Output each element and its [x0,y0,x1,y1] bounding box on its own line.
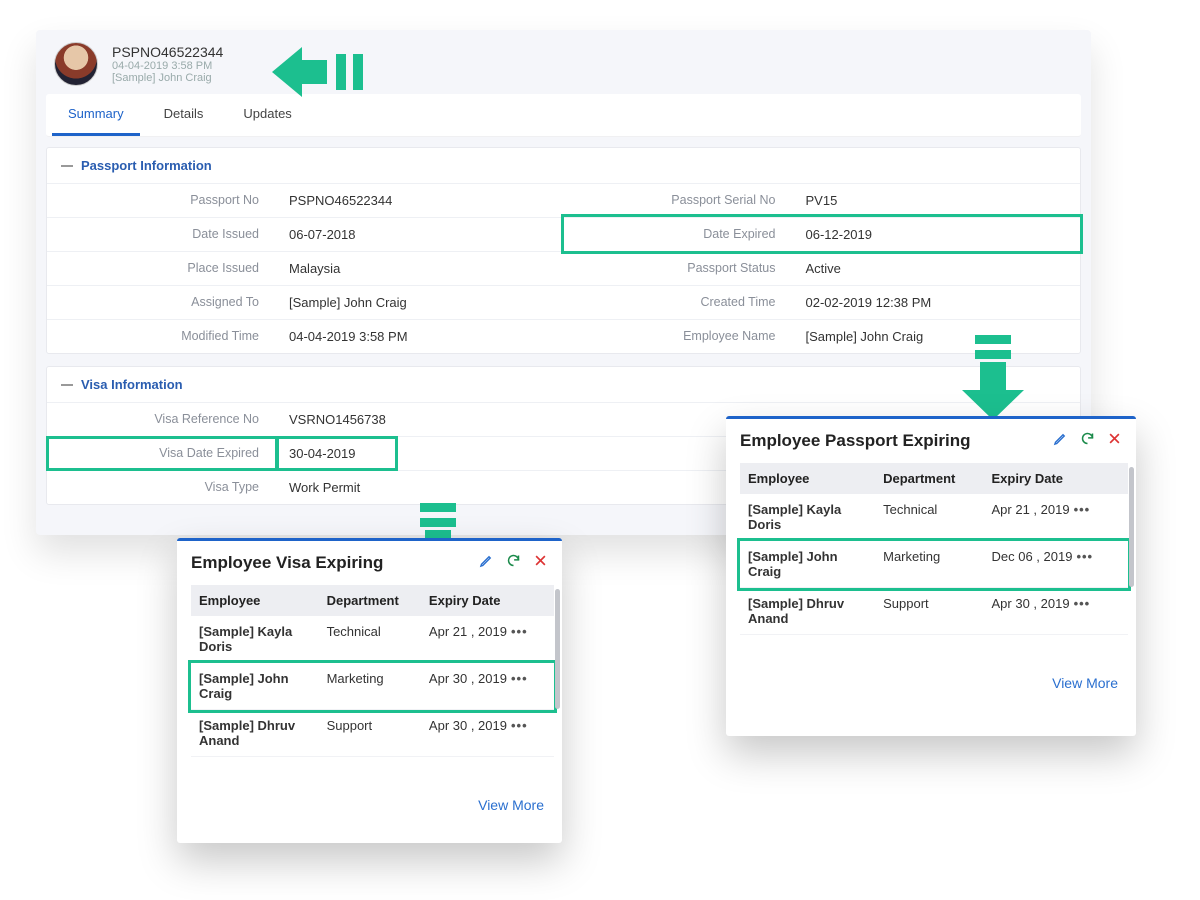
edit-icon[interactable] [1053,431,1068,451]
field-label: Place Issued [47,252,277,285]
record-owner: [Sample] John Craig [112,72,223,84]
field-label: Created Time [564,286,794,319]
record-title: PSPNO46522344 [112,44,223,60]
table-row[interactable]: [Sample] Kayla Doris Technical Apr 21 , … [740,494,1128,541]
field-value: 02-02-2019 12:38 PM [794,286,1081,319]
col-department: Department [319,585,421,616]
field-value: Malaysia [277,252,564,285]
collapse-icon[interactable] [61,165,73,167]
table-row-highlighted[interactable]: [Sample] John Craig Marketing Apr 30 , 2… [191,663,554,710]
passport-date-expired-row: Date Expired06-12-2019 [564,217,1081,251]
col-employee: Employee [191,585,319,616]
table-row[interactable]: [Sample] Kayla Doris Technical Apr 21 , … [191,616,554,663]
field-label: Modified Time [47,320,277,353]
field-label: Date Expired [564,218,794,251]
field-label: Passport Status [564,252,794,285]
tab-details[interactable]: Details [148,94,220,136]
visa-table: Employee Department Expiry Date [Sample]… [191,585,554,757]
record-timestamp: 04-04-2019 3:58 PM [112,60,223,72]
passport-section-header[interactable]: Passport Information [47,148,1080,183]
scrollbar[interactable] [555,589,560,709]
field-value: 30-04-2019 [277,437,397,470]
field-value: Active [794,252,1081,285]
field-value: 06-07-2018 [277,218,564,251]
close-icon[interactable] [1107,431,1122,451]
more-icon[interactable]: ••• [507,624,528,639]
tab-bar: Summary Details Updates [46,94,1081,137]
stripes-icon [975,335,1011,359]
pause-stripes-icon [336,54,363,90]
field-label: Assigned To [47,286,277,319]
field-label: Employee Name [564,320,794,353]
field-label: Visa Reference No [47,403,277,436]
field-value: [Sample] John Craig [277,286,564,319]
passport-section-title: Passport Information [81,158,212,173]
table-row-highlighted[interactable]: [Sample] John Craig Marketing Dec 06 , 2… [740,541,1128,588]
header-text: PSPNO46522344 04-04-2019 3:58 PM [Sample… [112,44,223,84]
field-value: PSPNO46522344 [277,184,564,217]
col-department: Department [875,463,983,494]
view-more-link[interactable]: View More [726,635,1136,707]
field-label: Date Issued [47,218,277,251]
edit-icon[interactable] [479,553,494,573]
record-header: PSPNO46522344 04-04-2019 3:58 PM [Sample… [36,30,1091,94]
avatar [54,42,98,86]
field-label: Passport Serial No [564,184,794,217]
view-more-link[interactable]: View More [177,757,562,829]
field-label: Visa Type [47,471,277,504]
more-icon[interactable]: ••• [507,718,528,733]
widget-title: Employee Passport Expiring [740,431,971,451]
passport-table: Employee Department Expiry Date [Sample]… [740,463,1128,635]
field-value: 04-04-2019 3:58 PM [277,320,564,353]
visa-section-title: Visa Information [81,377,183,392]
col-expiry: Expiry Date [421,585,554,616]
more-icon[interactable]: ••• [1070,502,1091,517]
tab-summary[interactable]: Summary [52,94,140,136]
refresh-icon[interactable] [506,553,521,573]
passport-expiring-widget: Employee Passport Expiring Employee Depa… [726,416,1136,736]
field-label: Visa Date Expired [47,437,277,470]
field-label: Passport No [47,184,277,217]
field-value: [Sample] John Craig [794,320,1081,353]
passport-section: Passport Information Passport NoPSPNO465… [46,147,1081,354]
visa-section-header[interactable]: Visa Information [47,367,1080,402]
widget-title: Employee Visa Expiring [191,553,383,573]
more-icon[interactable]: ••• [507,671,528,686]
field-value: PV15 [794,184,1081,217]
refresh-icon[interactable] [1080,431,1095,451]
collapse-icon[interactable] [61,384,73,386]
stripes-icon [420,503,456,527]
close-icon[interactable] [533,553,548,573]
table-row[interactable]: [Sample] Dhruv Anand Support Apr 30 , 20… [740,588,1128,635]
col-employee: Employee [740,463,875,494]
scrollbar[interactable] [1129,467,1134,587]
more-icon[interactable]: ••• [1072,549,1093,564]
visa-expiring-widget: Employee Visa Expiring Employee Departme… [177,538,562,843]
more-icon[interactable]: ••• [1070,596,1091,611]
passport-grid: Passport NoPSPNO46522344 Passport Serial… [47,183,1080,353]
table-row[interactable]: [Sample] Dhruv Anand Support Apr 30 , 20… [191,710,554,757]
arrow-down-icon [962,362,1024,420]
col-expiry: Expiry Date [984,463,1129,494]
field-value: 06-12-2019 [794,218,1081,251]
